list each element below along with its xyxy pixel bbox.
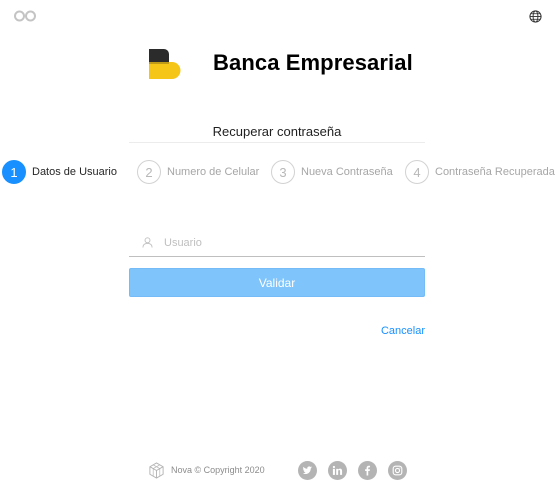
cube-icon bbox=[149, 462, 164, 479]
step-number: 4 bbox=[405, 160, 429, 184]
facebook-icon[interactable] bbox=[358, 461, 377, 480]
step-password-recovered[interactable]: 4 Contraseña Recuperada bbox=[405, 159, 555, 185]
step-number: 3 bbox=[271, 160, 295, 184]
step-number: 2 bbox=[137, 160, 161, 184]
step-new-password[interactable]: 3 Nueva Contraseña bbox=[271, 159, 393, 185]
step-label: Datos de Usuario bbox=[32, 166, 117, 178]
step-label: Contraseña Recuperada bbox=[435, 166, 555, 178]
username-input[interactable] bbox=[164, 236, 404, 249]
brand: Banca Empresarial bbox=[146, 44, 413, 84]
title-divider bbox=[129, 142, 425, 143]
step-label: Nueva Contraseña bbox=[301, 166, 393, 178]
linkedin-icon[interactable] bbox=[328, 461, 347, 480]
step-phone-number[interactable]: 2 Numero de Celular bbox=[137, 159, 259, 185]
page-title: Recuperar contraseña bbox=[212, 124, 342, 139]
user-icon bbox=[142, 237, 153, 248]
infinity-icon bbox=[14, 10, 36, 22]
copyright-text: Nova © Copyright 2020 bbox=[171, 465, 265, 475]
brand-name: Banca Empresarial bbox=[213, 50, 413, 75]
instagram-icon[interactable] bbox=[388, 461, 407, 480]
steps: 1 Datos de Usuario 2 Numero de Celular 3… bbox=[0, 159, 557, 185]
step-label: Numero de Celular bbox=[167, 166, 260, 178]
step-number: 1 bbox=[2, 160, 26, 184]
validate-button[interactable]: Validar bbox=[129, 268, 425, 297]
cancel-link[interactable]: Cancelar bbox=[340, 325, 425, 337]
step-user-data[interactable]: 1 Datos de Usuario bbox=[2, 159, 117, 185]
twitter-icon[interactable] bbox=[298, 461, 317, 480]
username-field-wrapper bbox=[129, 229, 425, 257]
bank-logo bbox=[149, 49, 181, 79]
globe-icon[interactable] bbox=[529, 10, 542, 23]
footer: Nova © Copyright 2020 bbox=[148, 460, 418, 482]
